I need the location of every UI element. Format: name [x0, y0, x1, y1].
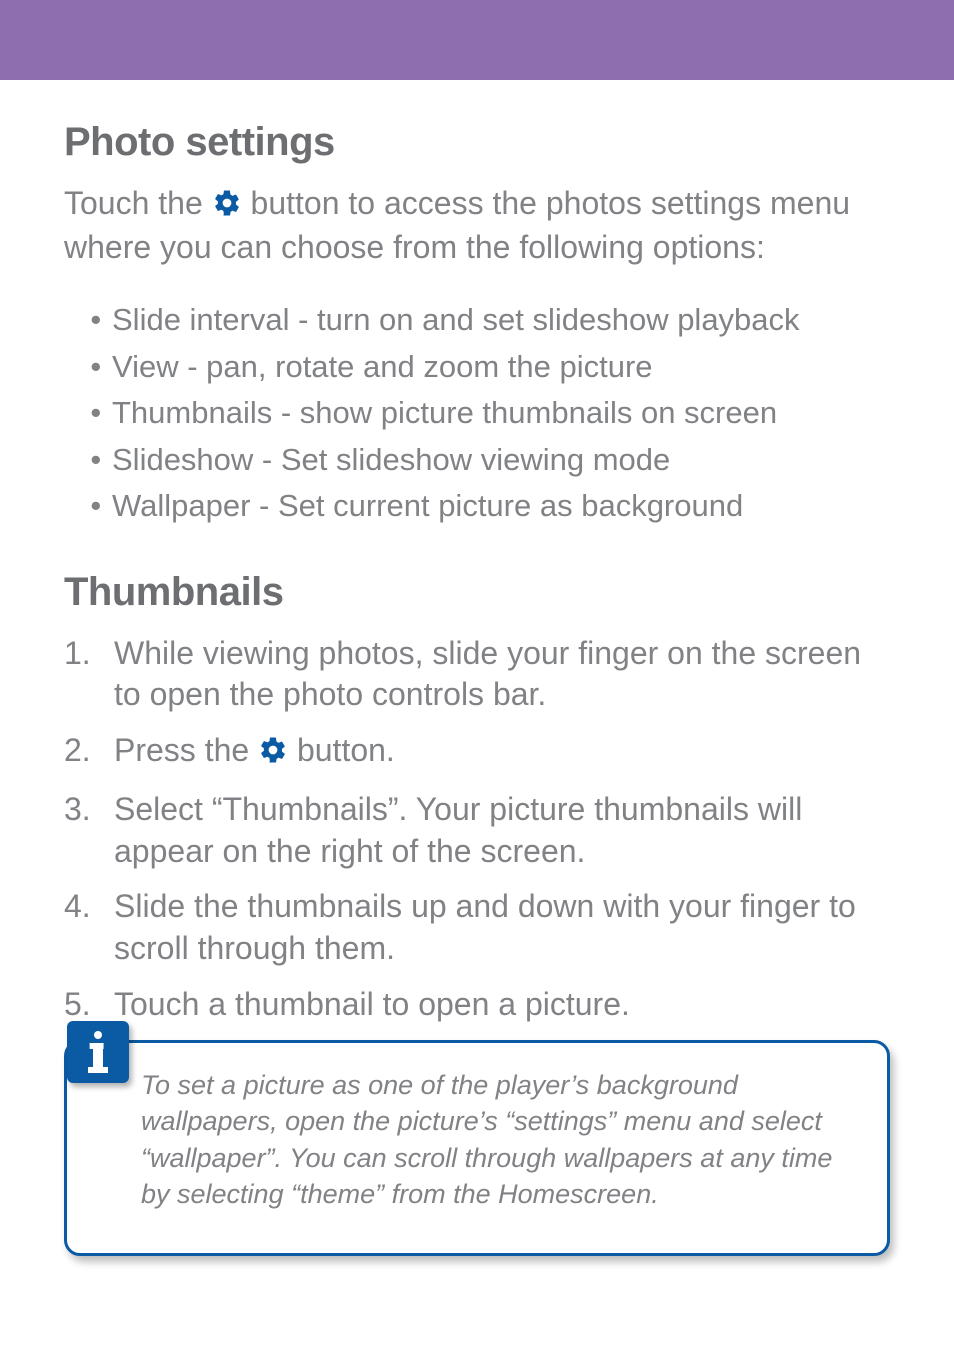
thumbnails-steps-list: While viewing photos, slide your finger … [64, 633, 890, 1026]
info-callout: To set a picture as one of the player’s … [64, 1018, 890, 1256]
list-item: Select “Thumbnails”. Your picture thumbn… [64, 789, 890, 872]
info-box: To set a picture as one of the player’s … [64, 1040, 890, 1256]
list-item: While viewing photos, slide your finger … [64, 633, 890, 716]
photo-settings-heading: Photo settings [64, 120, 890, 165]
thumbnails-heading: Thumbnails [64, 570, 890, 615]
settings-options-list: Slide interval - turn on and set slidesh… [64, 297, 890, 530]
intro-text-before: Touch the [64, 185, 212, 221]
list-item: Slide interval - turn on and set slidesh… [112, 297, 890, 344]
page-content: Photo settings Touch the button to acces… [0, 80, 954, 1025]
step2-before: Press the [114, 732, 258, 768]
list-item: Press the button. [64, 730, 890, 776]
step2-after: button. [297, 732, 395, 768]
gear-icon [258, 734, 288, 776]
gear-icon [212, 187, 242, 227]
header-band [0, 0, 954, 80]
list-item: Wallpaper - Set current picture as backg… [112, 483, 890, 530]
info-icon [67, 1021, 129, 1083]
list-item: Thumbnails - show picture thumbnails on … [112, 390, 890, 437]
list-item: Slideshow - Set slideshow viewing mode [112, 437, 890, 484]
list-item: View - pan, rotate and zoom the picture [112, 344, 890, 391]
photo-settings-intro: Touch the button to access the photos se… [64, 183, 890, 267]
list-item: Slide the thumbnails up and down with yo… [64, 886, 890, 969]
info-text: To set a picture as one of the player’s … [141, 1070, 832, 1209]
